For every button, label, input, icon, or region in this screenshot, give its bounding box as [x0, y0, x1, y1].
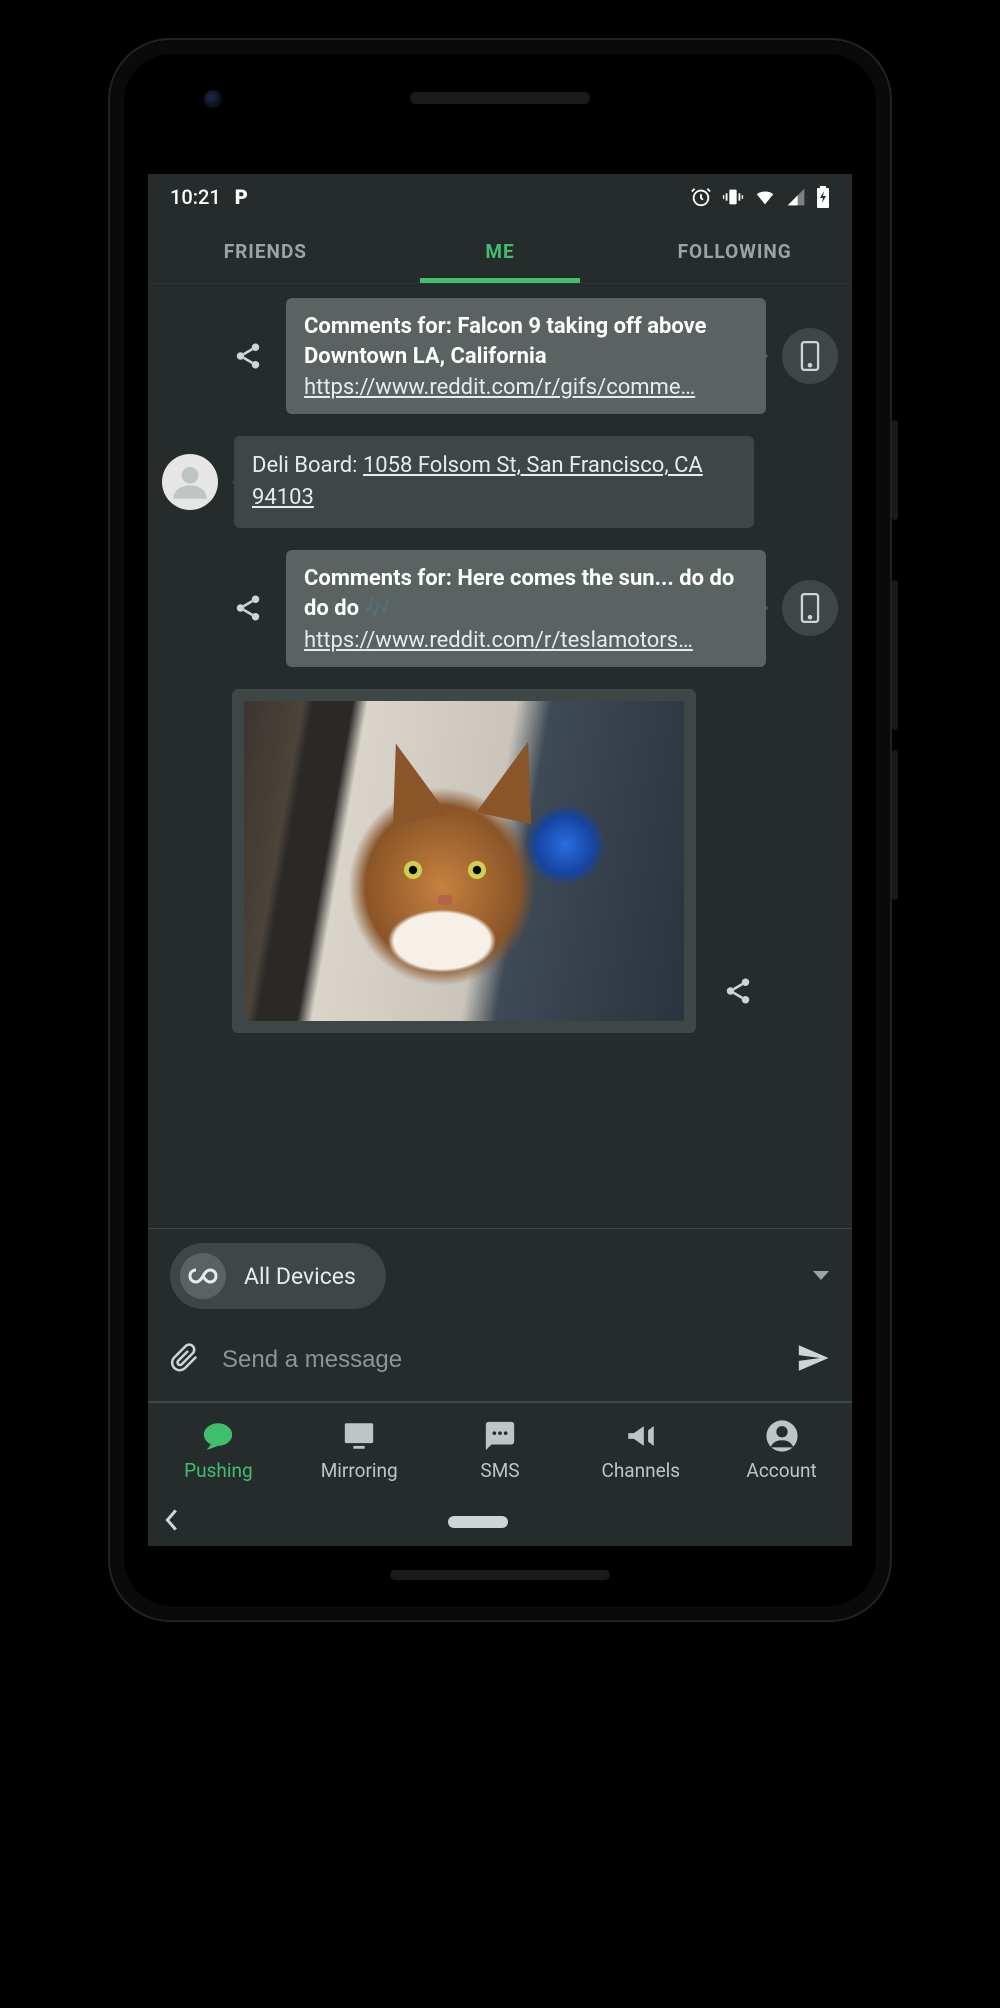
nav-label: SMS: [480, 1459, 519, 1482]
screen: 10:21 P: [148, 174, 852, 1546]
infinity-icon: [180, 1253, 226, 1299]
tab-friends[interactable]: FRIENDS: [148, 220, 383, 283]
bottom-nav: Pushing Mirroring SMS Channels Account: [148, 1402, 852, 1498]
sender-avatar[interactable]: [162, 454, 218, 510]
tab-me[interactable]: ME: [383, 220, 618, 283]
tab-following[interactable]: FOLLOWING: [617, 220, 852, 283]
status-bar: 10:21 P: [148, 174, 852, 220]
phone-frame: 10:21 P: [110, 40, 890, 1620]
chevron-down-icon[interactable]: [812, 1267, 830, 1286]
home-button[interactable]: [448, 1516, 508, 1528]
back-button[interactable]: [163, 1508, 179, 1536]
side-button: [892, 580, 898, 730]
alarm-icon: [690, 186, 712, 208]
share-icon[interactable]: [226, 586, 270, 630]
app-indicator-icon: P: [235, 185, 248, 209]
device-selector-label: All Devices: [244, 1263, 356, 1290]
message-row: [162, 689, 838, 1033]
target-device-button[interactable]: [782, 580, 838, 636]
message-link[interactable]: https://www.reddit.com/r/gifs/comme…: [304, 375, 748, 400]
compose-row: [148, 1323, 852, 1401]
top-tabs: FRIENDS ME FOLLOWING: [148, 220, 852, 284]
speaker-grille: [410, 92, 590, 104]
side-button: [892, 420, 898, 520]
battery-icon: [816, 186, 830, 208]
vibrate-icon: [722, 186, 744, 208]
monitor-icon: [342, 1419, 376, 1453]
nav-sms[interactable]: SMS: [430, 1403, 571, 1498]
status-time: 10:21: [170, 185, 221, 209]
side-button: [892, 750, 898, 900]
nav-label: Channels: [601, 1459, 680, 1482]
message-prefix: Deli Board:: [252, 453, 363, 478]
message-row: Comments for: Falcon 9 taking off above …: [162, 298, 838, 414]
compose-input[interactable]: [222, 1346, 774, 1374]
phone-inner: 10:21 P: [124, 54, 876, 1606]
chat-list[interactable]: Comments for: Falcon 9 taking off above …: [148, 284, 852, 1228]
speaker-grille-bottom: [390, 1570, 610, 1580]
message-title: Comments for: Here comes the sun... do d…: [304, 564, 748, 623]
account-icon: [765, 1419, 799, 1453]
chat-icon: [201, 1419, 235, 1453]
message-bubble[interactable]: Deli Board: 1058 Folsom St, San Francisc…: [234, 436, 754, 528]
nav-label: Pushing: [184, 1459, 253, 1482]
message-bubble[interactable]: Comments for: Falcon 9 taking off above …: [286, 298, 766, 414]
nav-mirroring[interactable]: Mirroring: [289, 1403, 430, 1498]
nav-label: Mirroring: [321, 1459, 398, 1482]
image-content: [244, 701, 684, 1021]
message-link[interactable]: https://www.reddit.com/r/teslamotors…: [304, 628, 748, 653]
image-message[interactable]: [232, 689, 696, 1033]
nav-pushing[interactable]: Pushing: [148, 1403, 289, 1498]
nav-channels[interactable]: Channels: [570, 1403, 711, 1498]
message-row: Deli Board: 1058 Folsom St, San Francisc…: [162, 436, 838, 528]
share-icon[interactable]: [716, 969, 760, 1013]
attach-icon[interactable]: [170, 1343, 200, 1377]
message-row: Comments for: Here comes the sun... do d…: [162, 550, 838, 666]
device-selector-row: All Devices: [148, 1229, 852, 1323]
target-device-button[interactable]: [782, 328, 838, 384]
nav-account[interactable]: Account: [711, 1403, 852, 1498]
system-nav-bar: [148, 1498, 852, 1546]
device-selector[interactable]: All Devices: [170, 1243, 386, 1309]
share-icon[interactable]: [226, 334, 270, 378]
send-button[interactable]: [796, 1341, 830, 1379]
message-bubble[interactable]: Comments for: Here comes the sun... do d…: [286, 550, 766, 666]
megaphone-icon: [624, 1419, 658, 1453]
nav-label: Account: [746, 1459, 816, 1482]
message-title: Comments for: Falcon 9 taking off above …: [304, 312, 748, 371]
signal-icon: [786, 187, 806, 207]
wifi-icon: [754, 186, 776, 208]
sms-icon: [483, 1419, 517, 1453]
camera-dot: [204, 90, 222, 108]
